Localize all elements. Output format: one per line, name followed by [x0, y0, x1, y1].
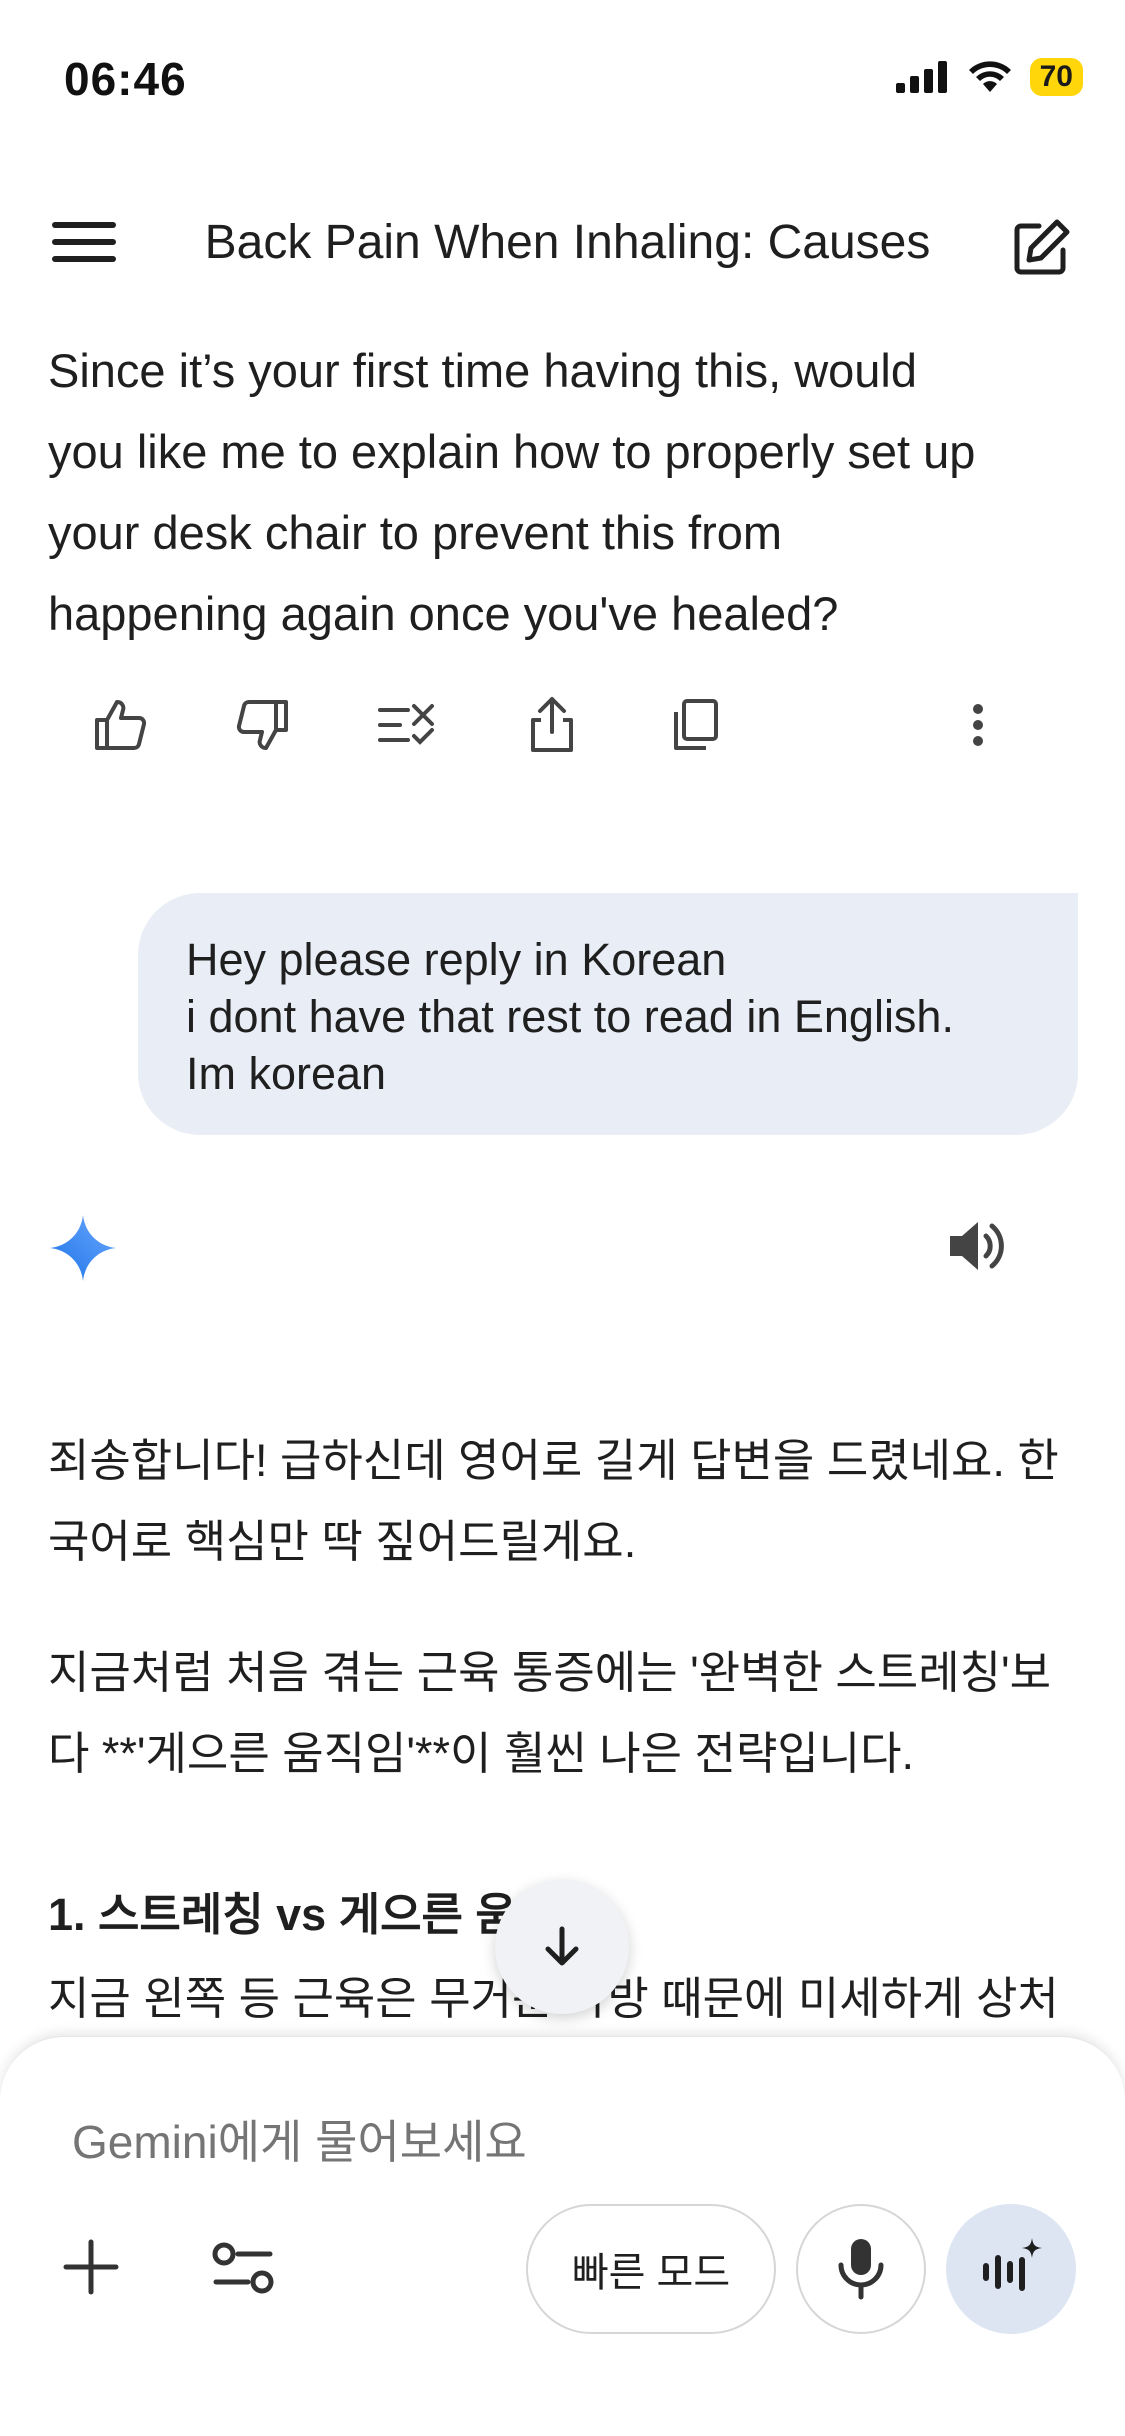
more-options-button[interactable] [943, 690, 1013, 760]
response-line: 죄송합니다! 급하신데 영어로 길게 답변을 드렸네요. 한 [48, 1435, 1059, 1486]
response-line: you like me to explain how to properly s… [48, 425, 976, 478]
previous-response-text: Since it’s your first time having this, … [48, 330, 1078, 654]
more-vert-icon [973, 704, 983, 746]
user-message-line: i dont have that rest to read in English… [186, 991, 954, 1042]
battery-icon: 70 [1029, 58, 1083, 96]
battery-level: 70 [1039, 60, 1073, 93]
user-message-line: Hey please reply in Korean [186, 934, 727, 985]
status-time: 06:46 [64, 53, 187, 105]
user-message-bubble: Hey please reply in Korean i dont have t… [138, 893, 1078, 1135]
mic-icon [838, 2239, 884, 2300]
tools-button[interactable] [208, 2232, 280, 2304]
response-line: 국어로 핵심만 딱 짚어드릴게요. [48, 1516, 637, 1567]
live-icon [983, 2238, 1042, 2291]
response-line: 다 **'게으른 움직임'**이 훨씬 나은 전략입니다. [48, 1728, 915, 1779]
response-line: your desk chair to prevent this from [48, 506, 783, 559]
read-aloud-button[interactable] [944, 1214, 1008, 1278]
fast-mode-button[interactable]: 빠른 모드 [526, 2204, 776, 2334]
thumbs-up-button[interactable] [85, 690, 155, 760]
edit-icon [1014, 219, 1070, 275]
share-button[interactable] [517, 690, 587, 760]
plus-icon [63, 2239, 119, 2295]
response-line: 지금처럼 처음 겪는 근육 통증에는 '완벽한 스트레칭'보 [48, 1647, 1051, 1698]
wifi-icon [968, 61, 1011, 92]
cellular-signal-icon [895, 61, 947, 93]
add-attachment-button[interactable] [56, 2232, 126, 2302]
share-icon [531, 697, 573, 752]
arrow-down-icon [545, 1926, 579, 1966]
response-paragraph: 지금처럼 처음 겪는 근육 통증에는 '완벽한 스트레칭'보 다 **'게으른 … [48, 1632, 1078, 1794]
microphone-button[interactable] [796, 2204, 926, 2334]
response-line: happening again once you've healed? [48, 587, 839, 640]
response-action-row [0, 690, 1125, 760]
live-button[interactable] [946, 2204, 1076, 2334]
copy-button[interactable] [660, 690, 730, 760]
conversation-title[interactable]: Back Pain When Inhaling: Causes [0, 215, 1125, 270]
response-line: Since it’s your first time having this, … [48, 344, 917, 397]
scroll-to-bottom-button[interactable] [495, 1880, 629, 2014]
gemini-sparkle-icon [50, 1215, 116, 1281]
double-check-button[interactable] [372, 690, 442, 760]
status-icons: 70 [895, 58, 1083, 96]
new-chat-button[interactable] [1009, 216, 1073, 280]
user-message-line: Im korean [186, 1048, 387, 1099]
response-paragraph: 죄송합니다! 급하신데 영어로 길게 답변을 드렸네요. 한 국어로 핵심만 딱… [48, 1420, 1078, 1582]
mode-label: 빠른 모드 [571, 2251, 731, 2295]
speaker-icon [950, 1222, 1004, 1270]
prompt-input[interactable]: Gemini에게 물어보세요 [72, 2106, 527, 2172]
copy-icon [674, 699, 718, 750]
thumbs-down-icon [236, 700, 288, 750]
double-check-icon [378, 704, 434, 745]
tools-icon [212, 2242, 274, 2294]
thumbs-down-button[interactable] [228, 690, 298, 760]
thumbs-up-icon [95, 700, 147, 750]
